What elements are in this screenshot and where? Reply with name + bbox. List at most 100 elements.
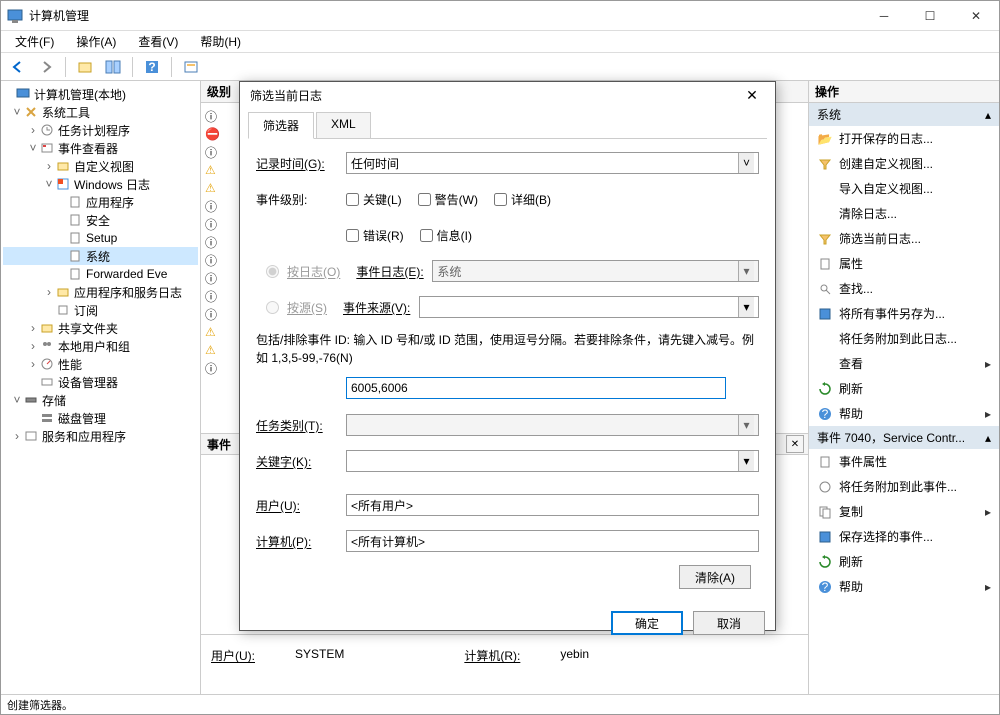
tree-setup[interactable]: Setup [86,231,117,245]
select-record-time[interactable]: 任何时间˅ [346,152,759,174]
tree-systools[interactable]: 系统工具 [42,104,90,121]
action-help[interactable]: ?帮助▸ [809,401,999,426]
detail-close-button[interactable]: ✕ [786,435,804,453]
close-button[interactable]: ✕ [953,1,999,30]
dialog-close-button[interactable]: ✕ [739,82,765,108]
expand-icon[interactable]: › [43,285,55,299]
checkbox-verbose[interactable]: 详细(B) [494,191,551,208]
collapse-icon[interactable]: ▴ [985,108,991,122]
checkbox-info[interactable]: 信息(I) [420,227,472,244]
expand-icon[interactable]: › [11,429,23,443]
checkbox-warning[interactable]: 警告(W) [418,191,478,208]
warning-icon: ⚠ [205,163,216,177]
help-button[interactable]: ? [141,56,163,78]
menu-help[interactable]: 帮助(H) [194,31,247,52]
svg-text:?: ? [822,580,829,594]
action-attach-task-event[interactable]: 将任务附加到此事件... [809,474,999,499]
action-view[interactable]: 查看▸ [809,351,999,376]
actions-section-system[interactable]: 系统 [817,106,841,123]
select-task-category[interactable]: ▾ [346,414,759,436]
tab-filter[interactable]: 筛选器 [248,112,314,139]
actions-section-event[interactable]: 事件 7040，Service Contr... [817,429,965,446]
checkbox-error[interactable]: 错误(R) [346,227,404,244]
action-event-properties[interactable]: 事件属性 [809,449,999,474]
action-refresh2[interactable]: 刷新 [809,549,999,574]
tree-diskmgr[interactable]: 磁盘管理 [58,410,106,427]
tree-customview[interactable]: 自定义视图 [74,158,134,175]
tree-localusers[interactable]: 本地用户和组 [58,338,130,355]
expand-icon[interactable]: ˅ [43,177,55,191]
action-save-all[interactable]: 将所有事件另存为... [809,301,999,326]
clear-button[interactable]: 清除(A) [679,565,751,589]
action-save-selected[interactable]: 保存选择的事件... [809,524,999,549]
tree-subscription[interactable]: 订阅 [74,302,98,319]
warning-icon: ⚠ [205,343,216,357]
detail-computer-value: yebin [560,647,589,664]
maximize-button[interactable]: ☐ [907,1,953,30]
action-help2[interactable]: ?帮助▸ [809,574,999,599]
menu-action[interactable]: 操作(A) [70,31,122,52]
tree-forwarded[interactable]: Forwarded Eve [86,267,167,281]
expand-icon[interactable]: › [27,321,39,335]
navigation-tree[interactable]: 计算机管理(本地) ˅ 系统工具 › 任务计划程序 ˅ 事件查看器 › 自定义视图 ˅ W… [1,81,201,694]
log-icon [67,212,83,228]
include-exclude-hint: 包括/排除事件 ID: 输入 ID 号和/或 ID 范围，使用逗号分隔。若要排除… [256,331,759,367]
tree-tasksched[interactable]: 任务计划程序 [58,122,130,139]
event-id-input[interactable] [346,377,726,399]
tree-perf[interactable]: 性能 [58,356,82,373]
expand-icon[interactable]: › [27,357,39,371]
show-hide-button[interactable] [102,56,124,78]
expand-icon[interactable]: ˅ [11,105,23,119]
tree-root[interactable]: 计算机管理(本地) [34,86,126,103]
action-open-saved[interactable]: 📂打开保存的日志... [809,126,999,151]
tab-xml[interactable]: XML [316,112,371,138]
toolbar-separator [132,57,133,77]
back-button[interactable] [7,56,29,78]
shared-icon [39,320,55,336]
tree-devmgr[interactable]: 设备管理器 [58,374,118,391]
ok-button[interactable]: 确定 [611,611,683,635]
menu-view[interactable]: 查看(V) [132,31,184,52]
svcapps-icon [23,428,39,444]
select-keyword[interactable]: ▾ [346,450,759,472]
cancel-button[interactable]: 取消 [693,611,765,635]
checkbox-critical[interactable]: 关键(L) [346,191,402,208]
expand-icon[interactable]: › [27,123,39,137]
tree-app[interactable]: 应用程序 [86,194,134,211]
tree-svcapps[interactable]: 服务和应用程序 [42,428,126,445]
collapse-icon[interactable]: ▴ [985,431,991,445]
expand-icon[interactable]: ˅ [11,393,23,407]
tree-security[interactable]: 安全 [86,212,110,229]
folder-icon [55,284,71,300]
expand-icon[interactable]: › [43,159,55,173]
expand-icon[interactable]: ˅ [27,141,39,155]
select-event-source[interactable]: ▾ [419,296,759,318]
tree-storage[interactable]: 存储 [42,392,66,409]
tree-system[interactable]: 系统 [86,248,110,265]
forward-button[interactable] [35,56,57,78]
tree-winlogs[interactable]: Windows 日志 [74,176,150,193]
action-filter-current[interactable]: 筛选当前日志... [809,226,999,251]
action-create-custom[interactable]: 创建自定义视图... [809,151,999,176]
user-input[interactable] [346,494,759,516]
filter-dialog: 筛选当前日志 ✕ 筛选器 XML 记录时间(G): 任何时间˅ 事件级别: 关键… [239,81,776,631]
refresh-button[interactable] [180,56,202,78]
action-clear-log[interactable]: 清除日志... [809,201,999,226]
action-properties[interactable]: 属性 [809,251,999,276]
expand-icon[interactable]: › [27,339,39,353]
computer-input[interactable] [346,530,759,552]
up-button[interactable] [74,56,96,78]
info-icon: ⓘ [205,270,217,287]
log-icon [67,194,83,210]
label-task-category: 任务类别(T): [256,417,346,434]
action-attach-task[interactable]: 将任务附加到此日志... [809,326,999,351]
tree-appsvc[interactable]: 应用程序和服务日志 [74,284,182,301]
menu-file[interactable]: 文件(F) [9,31,60,52]
minimize-button[interactable]: ─ [861,1,907,30]
action-import-custom[interactable]: 导入自定义视图... [809,176,999,201]
tree-eventviewer[interactable]: 事件查看器 [58,140,118,157]
action-refresh[interactable]: 刷新 [809,376,999,401]
tree-shared[interactable]: 共享文件夹 [58,320,118,337]
action-find[interactable]: 查找... [809,276,999,301]
action-copy[interactable]: 复制▸ [809,499,999,524]
